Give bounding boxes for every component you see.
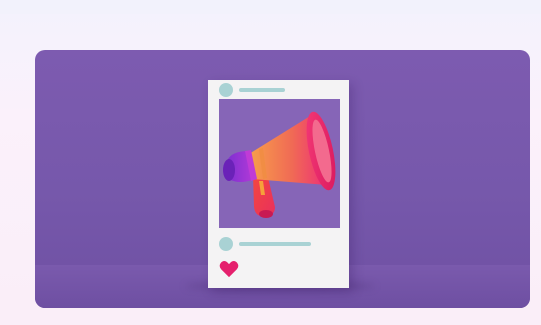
post-caption-line [239,242,311,246]
top-page-strip [0,0,541,14]
post-media [219,99,340,228]
post-header-line [239,88,285,92]
social-post-card [208,80,349,288]
avatar [219,237,233,251]
megaphone-illustration [223,111,336,218]
heart-icon [219,260,239,278]
hero-image [35,50,530,308]
avatar [219,83,233,97]
